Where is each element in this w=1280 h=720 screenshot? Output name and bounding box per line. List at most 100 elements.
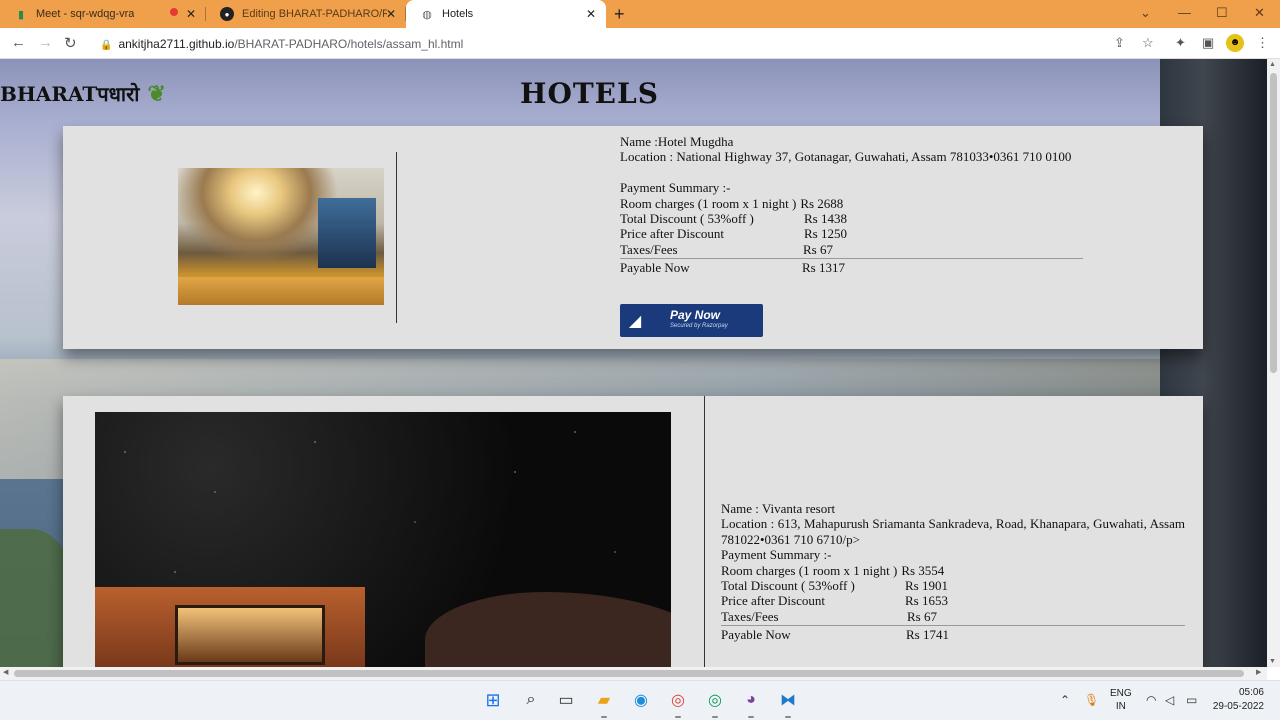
pay-secure-label: Secured by Razorpay bbox=[670, 322, 728, 329]
extensions-icon[interactable]: ✦ bbox=[1175, 35, 1186, 51]
tab-search-icon[interactable]: ⌄ bbox=[1140, 5, 1151, 21]
task-view-icon[interactable]: ▭ bbox=[555, 689, 577, 711]
hotel-info: Name : Vivanta resort Location : 613, Ma… bbox=[721, 501, 1185, 643]
hotel-name: Name : Vivanta resort bbox=[721, 501, 836, 516]
maximize-icon[interactable]: ☐ bbox=[1216, 5, 1228, 21]
battery-icon[interactable]: ▭ bbox=[1186, 693, 1197, 707]
side-panel-icon[interactable]: ▣ bbox=[1202, 35, 1214, 51]
language-indicator[interactable]: ENG IN bbox=[1110, 687, 1132, 713]
address-bar: ← → ↻ 🔒 ankitjha2711.github.io/BHARAT-PAD… bbox=[0, 28, 1280, 59]
hotel-name: Name :Hotel Mugdha bbox=[620, 134, 734, 149]
payment-summary-title: Payment Summary :- bbox=[721, 547, 832, 563]
charge-value: Rs 1653 bbox=[905, 593, 948, 609]
file-explorer-icon[interactable]: ▰ bbox=[593, 689, 615, 711]
scrollbar-thumb[interactable] bbox=[1270, 73, 1277, 373]
scroll-up-icon[interactable]: ▲ bbox=[1269, 61, 1276, 68]
tab-title: Meet - sqr-wdqg-vra bbox=[36, 8, 135, 20]
leaf-logo-icon: ❦ bbox=[147, 80, 166, 107]
scroll-down-icon[interactable]: ▼ bbox=[1269, 658, 1276, 665]
logo-text: BHARATपधारो bbox=[0, 82, 140, 106]
hotel-photo bbox=[178, 168, 384, 305]
payable-label: Payable Now bbox=[620, 260, 690, 276]
vertical-scrollbar[interactable]: ▲ ▼ bbox=[1267, 59, 1280, 667]
charge-row: Total Discount ( 53%off ) Rs 1901 bbox=[721, 578, 1185, 593]
card-divider bbox=[704, 396, 705, 667]
hotel-photo bbox=[95, 412, 671, 667]
charge-row: Price after Discount Rs 1250 bbox=[620, 226, 1083, 241]
menu-kebab-icon[interactable]: ⋮ bbox=[1256, 35, 1269, 51]
charge-label: Taxes/Fees bbox=[620, 241, 678, 257]
volume-icon[interactable]: ◁ bbox=[1165, 693, 1174, 707]
close-tab-icon[interactable]: ✕ bbox=[386, 7, 396, 21]
payable-row: Payable Now Rs 1317 bbox=[620, 260, 1083, 275]
photo-lit-window bbox=[175, 605, 325, 665]
charge-label: Room charges (1 room x 1 night ) bbox=[620, 195, 797, 211]
card-divider bbox=[396, 152, 397, 323]
site-logo[interactable]: BHARATपधारो ❦ bbox=[0, 80, 166, 107]
browser-tab-strip: ▮ Meet - sqr-wdqg-vra ✕ ● Editing BHARAT… bbox=[0, 0, 1280, 28]
close-window-icon[interactable]: ✕ bbox=[1254, 5, 1265, 21]
running-indicator bbox=[785, 716, 791, 718]
chrome-icon[interactable]: ◎ bbox=[667, 689, 689, 711]
hotel-location: Location : 613, Mahapurush Sriamanta San… bbox=[721, 516, 1185, 547]
new-tab-icon[interactable]: + bbox=[614, 4, 625, 25]
charge-label: Total Discount ( 53%off ) bbox=[721, 578, 855, 594]
summary-divider bbox=[721, 625, 1185, 627]
charge-label: Price after Discount bbox=[721, 593, 825, 609]
github-desktop-icon[interactable]: ◕ bbox=[740, 689, 762, 711]
hotel-info: Name :Hotel Mugdha Location : National H… bbox=[620, 134, 1083, 276]
wifi-icon[interactable]: ◠ bbox=[1146, 693, 1156, 707]
running-indicator bbox=[675, 716, 681, 718]
share-icon[interactable]: ⇪ bbox=[1114, 35, 1125, 51]
charge-row: Room charges (1 room x 1 night ) Rs 2688 bbox=[620, 196, 1083, 211]
recording-indicator-icon bbox=[170, 8, 178, 16]
url-host: ankitjha2711.github.io bbox=[118, 37, 235, 51]
summary-divider bbox=[620, 258, 1083, 260]
payable-row: Payable Now Rs 1741 bbox=[721, 627, 1185, 642]
system-clock[interactable]: 05:06 29-05-2022 bbox=[1212, 686, 1264, 714]
charge-label: Total Discount ( 53%off ) bbox=[620, 211, 754, 227]
chevron-up-icon[interactable]: ⌃ bbox=[1060, 693, 1070, 707]
hotel-location: Location : National Highway 37, Gotanaga… bbox=[620, 149, 1072, 165]
tab-hotels[interactable]: ◍ Hotels ✕ bbox=[406, 0, 606, 28]
windows-start-icon[interactable]: ⊞ bbox=[482, 689, 504, 711]
tab-github[interactable]: ● Editing BHARAT-PADHARO/REA ✕ bbox=[206, 0, 406, 28]
search-icon[interactable]: ⌕ bbox=[520, 689, 542, 711]
vscode-icon[interactable]: ⧓ bbox=[777, 689, 799, 711]
language-bottom: IN bbox=[1115, 701, 1126, 712]
charge-row: Price after Discount Rs 1653 bbox=[721, 593, 1185, 608]
charge-value: Rs 2688 bbox=[800, 195, 844, 211]
charge-value: Rs 67 bbox=[907, 608, 937, 624]
back-arrow-icon[interactable]: ← bbox=[11, 34, 26, 51]
charge-label: Room charges (1 room x 1 night ) bbox=[721, 562, 898, 578]
scroll-right-icon[interactable]: ▶ bbox=[1256, 668, 1261, 676]
charge-value: Rs 1901 bbox=[905, 578, 948, 594]
scroll-left-icon[interactable]: ◀ bbox=[3, 668, 8, 676]
pay-now-label: Pay Now bbox=[670, 307, 721, 322]
horizontal-scrollbar[interactable]: ◀ ▶ bbox=[0, 667, 1267, 680]
meet-icon: ▮ bbox=[17, 8, 25, 21]
close-tab-icon[interactable]: ✕ bbox=[586, 7, 596, 21]
charge-row: Taxes/Fees Rs 67 bbox=[721, 609, 1185, 624]
tab-title: Editing BHARAT-PADHARO/REA bbox=[242, 8, 387, 20]
forward-arrow-icon[interactable]: → bbox=[38, 34, 53, 51]
charge-row: Room charges (1 room x 1 night ) Rs 3554 bbox=[721, 563, 1185, 578]
profile-avatar[interactable]: ☻ bbox=[1226, 34, 1244, 52]
close-tab-icon[interactable]: ✕ bbox=[186, 7, 196, 21]
chrome-profile-icon[interactable]: ◎ bbox=[704, 689, 726, 711]
running-indicator bbox=[712, 716, 718, 718]
edge-icon[interactable]: ◉ bbox=[630, 689, 652, 711]
minimize-icon[interactable]: — bbox=[1178, 5, 1191, 20]
charge-label: Price after Discount bbox=[620, 226, 724, 242]
clock-time: 05:06 bbox=[1238, 687, 1264, 698]
microphone-icon[interactable]: 🎙 bbox=[1084, 693, 1099, 707]
pay-now-button[interactable]: ◢ Pay Now Secured by Razorpay bbox=[620, 304, 763, 337]
tab-meet[interactable]: ▮ Meet - sqr-wdqg-vra ✕ bbox=[0, 0, 206, 28]
url-field[interactable]: 🔒 ankitjha2711.github.io/BHARAT-PADHARO/h… bbox=[100, 37, 463, 51]
language-top: ENG bbox=[1110, 688, 1132, 699]
clock-date: 29-05-2022 bbox=[1212, 701, 1264, 712]
scrollbar-thumb[interactable] bbox=[14, 670, 1244, 677]
charge-label: Taxes/Fees bbox=[721, 608, 779, 624]
bookmark-star-icon[interactable]: ☆ bbox=[1142, 35, 1154, 51]
reload-icon[interactable]: ↻ bbox=[64, 34, 77, 52]
